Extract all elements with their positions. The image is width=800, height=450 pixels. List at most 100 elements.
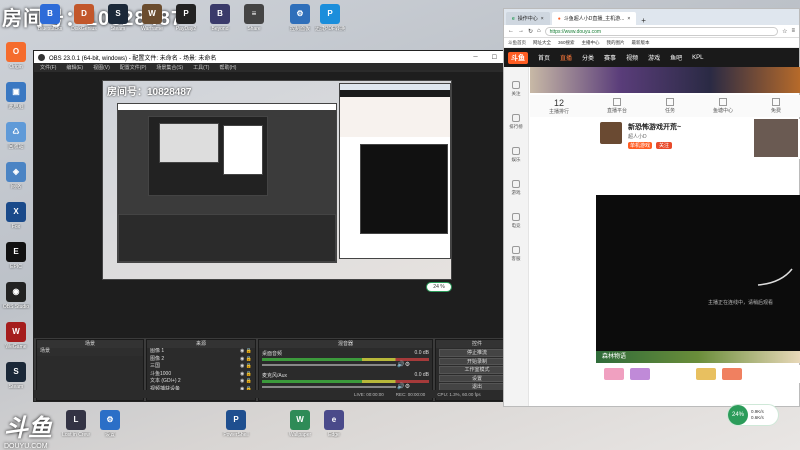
close-icon[interactable]: ×	[627, 16, 630, 22]
sidebar-item[interactable]: 电竞	[504, 199, 528, 232]
source-item[interactable]: 三国 ◉ 🔒	[147, 363, 255, 371]
promo-banner[interactable]	[530, 67, 800, 93]
obs-preview[interactable]: 房间号：10828487 24 %	[34, 72, 520, 338]
desktop-icon[interactable]: E EPIC	[0, 242, 32, 270]
star-icon[interactable]: ☆	[782, 28, 787, 35]
desktop-icon[interactable]: ⚙ 设置	[94, 410, 126, 438]
bookmark-item[interactable]: 主播中心	[582, 40, 600, 46]
back-icon[interactable]: ←	[508, 28, 514, 34]
nav-item[interactable]: 赛事	[604, 53, 616, 62]
forward-icon[interactable]: →	[518, 28, 524, 34]
avatar[interactable]	[600, 122, 622, 144]
desktop-icon[interactable]: ◉ OBS Studio	[0, 282, 32, 310]
gift-icon[interactable]	[696, 368, 716, 380]
desktop-icon[interactable]: ⚙ 控制面板	[284, 4, 316, 32]
menu-icon[interactable]: ≡	[791, 28, 795, 34]
desktop-icon[interactable]: S Steam	[102, 4, 134, 32]
tab-action-center[interactable]: e 操作中心 ×	[506, 12, 550, 25]
douyu-logo-icon[interactable]: 斗鱼	[508, 51, 528, 64]
desktop-icon[interactable]: P PowerShell	[220, 410, 252, 438]
player-promo-bar[interactable]: 森林物语	[596, 351, 800, 363]
desktop-icon[interactable]: O Origin	[0, 42, 32, 70]
desktop-icon[interactable]: ▣ 此电脑	[0, 82, 32, 110]
refresh-icon[interactable]: ↻	[528, 28, 533, 35]
bookmark-item[interactable]: 斗鱼首页	[508, 40, 526, 46]
nav-item[interactable]: 直播	[560, 53, 572, 62]
browser-window[interactable]: e 操作中心 × ● 斗鱼超人小D直播_主机游... × + ← → ↻ ⌂ https…	[503, 8, 800, 407]
desktop-icon[interactable]: W Warframe	[136, 4, 168, 32]
visibility-icon[interactable]: ◉ 🔒	[240, 348, 255, 356]
sidebar-item[interactable]: 排行榜	[504, 100, 528, 133]
visibility-icon[interactable]: ◉ 🔒	[240, 356, 255, 364]
minimize-icon[interactable]: ─	[473, 54, 477, 61]
visibility-icon[interactable]: ◉ 🔒	[240, 363, 255, 371]
sidebar-item[interactable]: 关注	[504, 67, 528, 100]
visibility-icon[interactable]: ◉ 🔒	[240, 378, 255, 386]
stat-item[interactable]: 12 主播排行	[549, 98, 569, 115]
menu-item[interactable]: 视图(V)	[93, 64, 110, 71]
nav-item[interactable]: 分类	[582, 53, 594, 62]
stat-item[interactable]: 鱼塘中心	[713, 98, 733, 114]
speaker-icon[interactable]: 🔊	[397, 362, 404, 368]
sidebar-item[interactable]: 娱乐	[504, 133, 528, 166]
home-icon[interactable]: ⌂	[537, 28, 541, 34]
obs-titlebar[interactable]: OBS 23.0.1 (64-bit, windows) - 配置文件: 未命名…	[34, 51, 520, 63]
desktop-icon[interactable]: S Steam	[0, 362, 32, 390]
desktop-icon[interactable]: W Wallpaper	[284, 410, 316, 438]
video-player[interactable]: 主播正在连线中，请稍后观看	[596, 195, 800, 351]
stat-item[interactable]: 直播平台	[607, 98, 627, 114]
url-input[interactable]: https://www.douyu.com	[544, 26, 779, 36]
nav-item[interactable]: 鱼吧	[670, 53, 682, 62]
source-item[interactable]: 图像 2 ◉ 🔒	[147, 356, 255, 364]
speed-meter[interactable]: 24% 0.9K/s 0.6K/s	[727, 404, 779, 426]
desktop-icon[interactable]: B Beyond	[204, 4, 236, 32]
volume-slider[interactable]	[262, 364, 396, 366]
sidebar-item[interactable]: 游戏	[504, 166, 528, 199]
gear-icon[interactable]: ⚙	[405, 362, 410, 368]
sidebar-item[interactable]: 客服	[504, 232, 528, 265]
stat-item[interactable]: 免费	[771, 98, 781, 114]
scene-item[interactable]: 场景	[37, 348, 143, 356]
bookmark-item[interactable]: 我的图片	[607, 40, 625, 46]
maximize-icon[interactable]: ☐	[492, 54, 497, 61]
tab-douyu[interactable]: ● 斗鱼超人小D直播_主机游... ×	[551, 12, 637, 25]
source-item[interactable]: 文本 (GDI+) 2 ◉ 🔒	[147, 378, 255, 386]
category-badge[interactable]: 单机游戏	[628, 142, 653, 149]
streamer-name[interactable]: 超人小D	[628, 133, 647, 140]
close-icon[interactable]: ×	[541, 16, 544, 22]
desktop-icon[interactable]: X Fox	[0, 202, 32, 230]
nav-item[interactable]: 游戏	[648, 53, 660, 62]
new-tab-icon[interactable]: +	[641, 16, 646, 25]
bookmark-item[interactable]: 网址大全	[533, 40, 551, 46]
obs-window[interactable]: OBS 23.0.1 (64-bit, windows) - 配置文件: 未命名…	[33, 50, 521, 402]
desktop-icon[interactable]: ◈ 网络	[0, 162, 32, 190]
desktop-icon[interactable]: D DiskGenius	[68, 4, 100, 32]
desktop-icon[interactable]: ≡ Share	[238, 4, 270, 32]
desktop-icon[interactable]: P PayDay2	[170, 4, 202, 32]
desktop-icon[interactable]: W WeGame	[0, 322, 32, 350]
bookmark-item[interactable]: 360搜索	[558, 40, 575, 46]
menu-item[interactable]: 场景集合(S)	[156, 64, 183, 71]
nav-item[interactable]: KPL	[692, 55, 703, 61]
follow-button[interactable]: 关注	[656, 142, 673, 149]
desktop-icon[interactable]: P 迅捷PDF转换	[314, 4, 346, 32]
gift-icon[interactable]	[604, 368, 624, 380]
desktop-icon[interactable]: ♺ 回收站	[0, 122, 32, 150]
desktop-icon[interactable]: e Edge	[318, 410, 350, 438]
gift-icon[interactable]	[722, 368, 742, 380]
menu-item[interactable]: 配置文件(P)	[120, 64, 147, 71]
bookmark-item[interactable]: 最新版本	[632, 40, 650, 46]
streamer-thumbnail[interactable]	[754, 119, 798, 157]
menu-item[interactable]: 帮助(H)	[219, 64, 236, 71]
source-item[interactable]: 图像 1 ◉ 🔒	[147, 348, 255, 356]
nav-item[interactable]: 首页	[538, 53, 550, 62]
menu-item[interactable]: 编辑(E)	[66, 64, 83, 71]
nav-item[interactable]: 视频	[626, 53, 638, 62]
source-item[interactable]: 斗鱼1000 ◉ 🔒	[147, 371, 255, 379]
visibility-icon[interactable]: ◉ 🔒	[240, 371, 255, 379]
menu-item[interactable]: 工具(T)	[193, 64, 209, 71]
volume-slider[interactable]	[262, 386, 396, 388]
menu-item[interactable]: 文件(F)	[40, 64, 56, 71]
stat-item[interactable]: 任务	[665, 98, 675, 114]
gift-icon[interactable]	[630, 368, 650, 380]
